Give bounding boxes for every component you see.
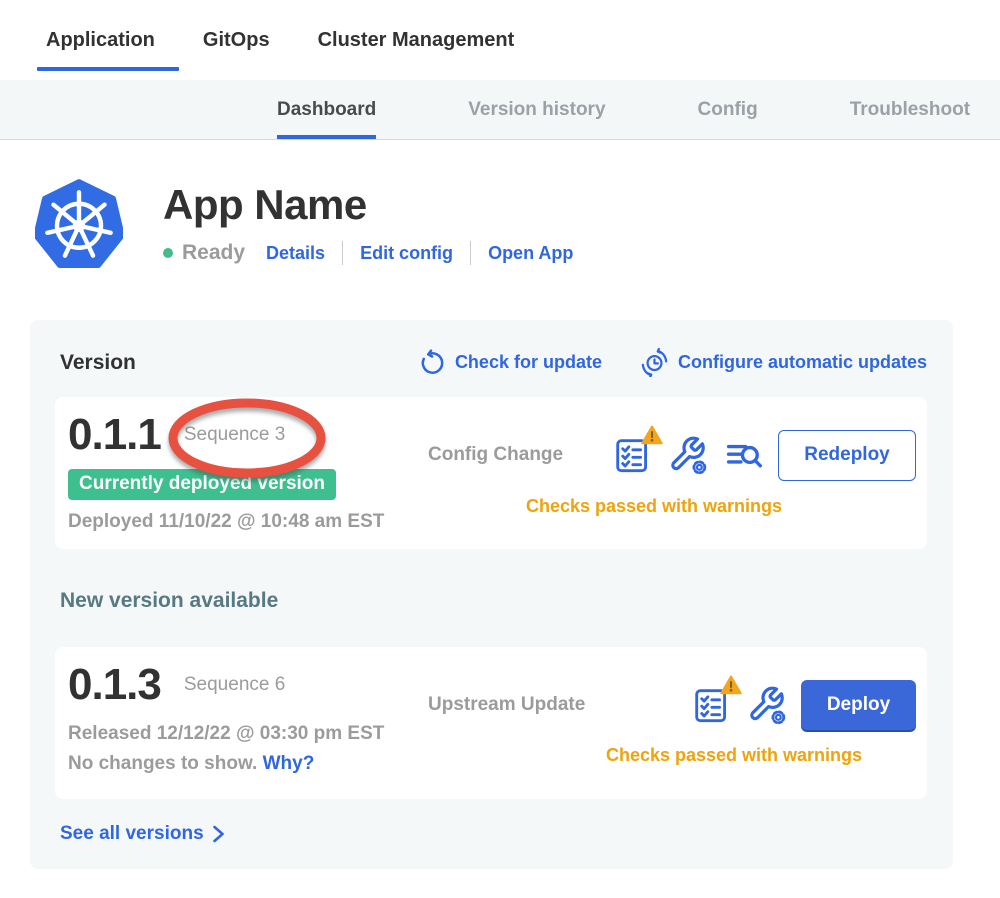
currently-deployed-badge: Currently deployed version [68, 469, 336, 500]
new-version-actions-row: Upstream Update [428, 680, 916, 730]
chevron-right-icon [212, 824, 225, 844]
open-app-link[interactable]: Open App [488, 243, 573, 264]
tab-troubleshoot[interactable]: Troubleshoot [850, 80, 970, 139]
edit-config-link[interactable]: Edit config [360, 243, 453, 264]
current-version-info: 0.1.1 Sequence 3 Currently deployed vers… [68, 411, 428, 535]
new-version-number: 0.1.3 [68, 663, 161, 707]
current-version-actions-row: Config Change [428, 430, 916, 481]
version-panel-header: Version Check for update Configure [55, 348, 927, 377]
divider [342, 241, 343, 265]
preflight-checks-icon[interactable] [612, 435, 652, 475]
deployed-timestamp: Deployed 11/10/22 @ 10:48 am EST [68, 511, 384, 533]
current-version-row: 0.1.1 Sequence 3 [68, 411, 285, 459]
check-for-update-label: Check for update [455, 352, 602, 373]
tab-gitops-label: GitOps [203, 29, 270, 52]
warning-triangle-icon [720, 675, 742, 695]
new-version-icons [691, 685, 787, 725]
new-version-row: 0.1.3 Sequence 6 [68, 661, 285, 709]
app-info: App Name Ready Details Edit config Open … [163, 178, 573, 265]
see-all-versions-label: See all versions [60, 823, 204, 845]
kubernetes-logo-icon [35, 178, 123, 270]
released-timestamp: Released 12/12/22 @ 03:30 pm EST [68, 723, 384, 745]
tab-dashboard[interactable]: Dashboard [277, 80, 376, 139]
preflight-checks-icon[interactable] [691, 685, 731, 725]
see-all-versions-link[interactable]: See all versions [60, 823, 225, 845]
no-changes-row: No changes to show. Why? [68, 753, 314, 775]
tab-cluster-management[interactable]: Cluster Management [318, 0, 515, 80]
no-changes-text: No changes to show. [68, 753, 257, 774]
new-version-actions: Upstream Update [428, 661, 916, 785]
check-for-update-link[interactable]: Check for update [419, 349, 602, 376]
current-sequence-label: Sequence 3 [184, 424, 285, 446]
refresh-icon [419, 349, 446, 376]
app-status: Ready [182, 241, 245, 265]
version-panel-actions: Check for update Configure automatic upd… [419, 348, 927, 377]
details-link[interactable]: Details [266, 243, 325, 264]
new-version-info: 0.1.3 Sequence 6 Released 12/12/22 @ 03:… [68, 661, 428, 785]
app-status-row: Ready Details Edit config Open App [163, 241, 573, 265]
tab-cluster-management-label: Cluster Management [318, 29, 515, 52]
current-checks-status: Checks passed with warnings [410, 496, 898, 517]
warning-triangle-icon [641, 425, 663, 445]
configure-automatic-updates-link[interactable]: Configure automatic updates [640, 348, 927, 377]
current-version-icons [612, 435, 764, 475]
status-green-dot-icon [163, 248, 173, 258]
tab-version-history[interactable]: Version history [468, 80, 605, 139]
configure-automatic-updates-label: Configure automatic updates [678, 352, 927, 373]
tab-application-label: Application [46, 29, 155, 52]
current-source-label: Config Change [428, 444, 563, 466]
current-version-card: 0.1.1 Sequence 3 Currently deployed vers… [55, 397, 927, 549]
config-wrench-icon[interactable] [668, 435, 708, 475]
tab-gitops[interactable]: GitOps [203, 0, 270, 80]
new-version-card: 0.1.3 Sequence 6 Released 12/12/22 @ 03:… [55, 647, 927, 799]
app-header: App Name Ready Details Edit config Open … [0, 140, 1000, 270]
redeploy-button[interactable]: Redeploy [778, 430, 916, 481]
auto-update-clock-icon [640, 348, 669, 377]
sub-nav: Dashboard Version history Config Trouble… [0, 80, 1000, 140]
current-version-actions: Config Change [428, 411, 916, 535]
new-sequence-label: Sequence 6 [184, 674, 285, 696]
config-wrench-icon[interactable] [747, 685, 787, 725]
top-nav: Application GitOps Cluster Management [0, 0, 1000, 80]
tab-application[interactable]: Application [46, 0, 155, 80]
app-title: App Name [163, 182, 573, 228]
why-link[interactable]: Why? [263, 753, 315, 774]
version-panel: Version Check for update Configure [30, 320, 953, 869]
version-heading: Version [60, 351, 136, 375]
new-source-label: Upstream Update [428, 694, 585, 716]
new-checks-status: Checks passed with warnings [490, 745, 978, 766]
tab-config[interactable]: Config [698, 80, 758, 139]
deploy-button[interactable]: Deploy [801, 680, 916, 730]
view-files-icon[interactable] [724, 435, 764, 475]
current-version-number: 0.1.1 [68, 413, 161, 457]
divider [470, 241, 471, 265]
new-version-available-heading: New version available [60, 589, 927, 613]
